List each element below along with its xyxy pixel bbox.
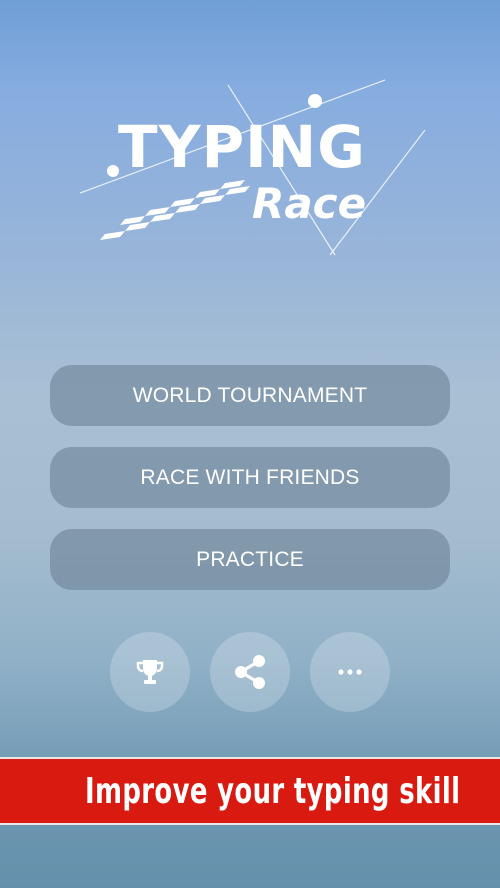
practice-button[interactable]: PRACTICE	[50, 529, 450, 590]
world-tournament-button[interactable]: WORLD TOURNAMENT	[50, 365, 450, 426]
promo-banner: Improve your typing skill	[0, 757, 500, 825]
share-button[interactable]	[210, 632, 290, 712]
leaderboard-button[interactable]	[110, 632, 190, 712]
logo-word-race: Race	[252, 179, 366, 228]
share-icon	[235, 655, 265, 689]
race-with-friends-button[interactable]: RACE WITH FRIENDS	[50, 447, 450, 508]
more-button[interactable]	[310, 632, 390, 712]
trophy-icon	[136, 660, 164, 684]
banner-text: Improve your typing skill	[84, 770, 461, 812]
icon-button-row	[110, 632, 390, 712]
main-menu: WORLD TOURNAMENT RACE WITH FRIENDS PRACT…	[50, 365, 450, 611]
more-icon	[338, 669, 362, 675]
logo-word-typing: TYPING	[118, 113, 366, 181]
app-logo: TYPING Race	[80, 75, 430, 260]
